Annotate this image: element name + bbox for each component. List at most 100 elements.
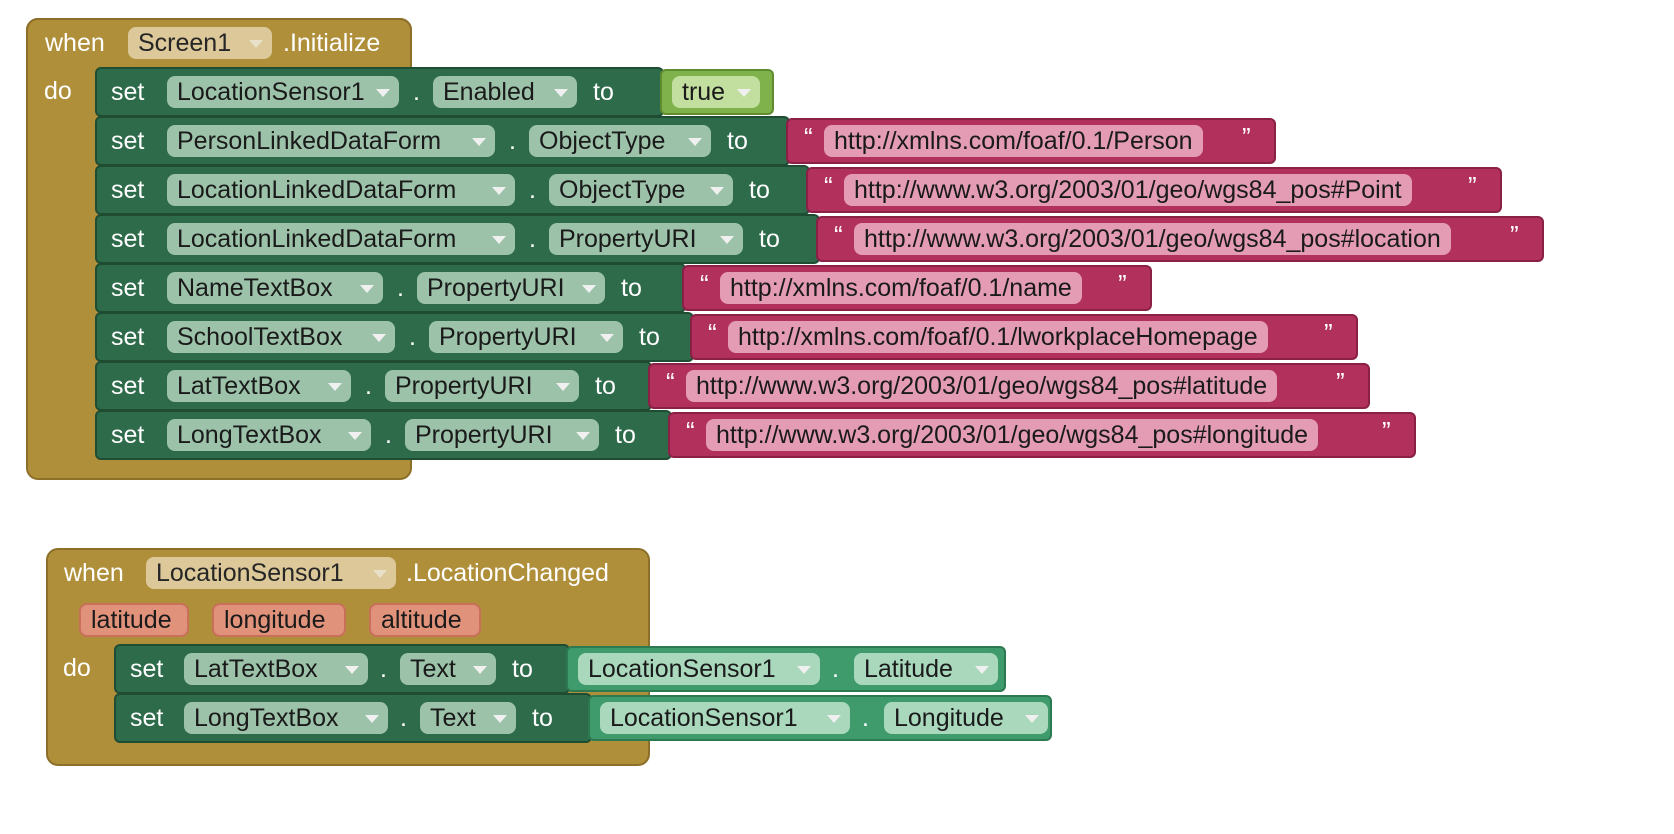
chevron-down-icon [975,666,989,674]
do-keyword: do [63,654,91,682]
chevron-down-icon [576,432,590,440]
open-quote: “ [708,318,717,348]
component-dropdown[interactable]: NameTextBox [167,272,383,304]
to-keyword: to [593,78,614,106]
chevron-down-icon [554,89,568,97]
chevron-down-icon [688,138,702,146]
getter-component-dropdown[interactable]: LocationSensor1 [600,702,850,734]
param-latitude[interactable]: latitude [79,603,189,637]
close-quote: ” [1118,269,1127,299]
param-altitude[interactable]: altitude [369,603,481,637]
component-dropdown[interactable]: LongTextBox [167,419,371,451]
component-dropdown[interactable]: LocationLinkedDataForm [167,223,515,255]
param-longitude[interactable]: longitude [212,603,346,637]
close-quote: ” [1242,122,1251,152]
property-dropdown[interactable]: ObjectType [549,174,733,206]
to-keyword: to [615,421,636,449]
event-name: .Initialize [283,29,381,57]
dot-separator: . [385,421,392,449]
chevron-down-icon [376,89,390,97]
chevron-down-icon [249,40,263,48]
getter-property-dropdown[interactable]: Latitude [854,653,998,685]
property-dropdown[interactable]: Enabled [433,76,577,108]
text-string-value[interactable]: http://www.w3.org/2003/01/geo/wgs84_pos#… [844,174,1412,206]
chevron-down-icon [360,285,374,293]
property-dropdown-label: ObjectType [559,176,686,204]
property-dropdown-label: PropertyURI [559,225,697,253]
component-dropdown-label: LocationSensor1 [177,78,365,106]
close-quote: ” [1336,367,1345,397]
set-keyword: set [111,225,145,253]
component-dropdown-locationsensor1[interactable]: LocationSensor1 [146,557,396,589]
chevron-down-icon [372,334,386,342]
property-dropdown-label: PropertyURI [395,372,533,400]
close-quote: ” [1510,220,1519,250]
close-quote: ” [1324,318,1333,348]
property-dropdown[interactable]: PropertyURI [417,272,605,304]
component-dropdown[interactable]: LocationLinkedDataForm [167,174,515,206]
component-dropdown[interactable]: SchoolTextBox [167,321,395,353]
component-dropdown[interactable]: PersonLinkedDataForm [167,125,495,157]
property-dropdown-label: Enabled [443,78,535,106]
to-keyword: to [727,127,748,155]
chevron-down-icon [797,666,811,674]
property-dropdown[interactable]: Text [420,702,516,734]
chevron-down-icon [472,138,486,146]
component-dropdown-screen1[interactable]: Screen1 [128,27,272,59]
property-dropdown[interactable]: Text [400,653,496,685]
getter-property-label: Longitude [894,704,1004,732]
text-string-value[interactable]: http://xmlns.com/foaf/0.1/lworkplaceHome… [728,321,1268,353]
chevron-down-icon [348,432,362,440]
chevron-down-icon [1025,715,1039,723]
component-dropdown-label: LatTextBox [177,372,301,400]
component-dropdown-label: SchoolTextBox [177,323,343,351]
set-keyword: set [130,655,164,683]
to-keyword: to [595,372,616,400]
set-keyword: set [111,274,145,302]
open-quote: “ [834,220,843,250]
close-quote: ” [1468,171,1477,201]
set-keyword: set [111,176,145,204]
chevron-down-icon [345,666,359,674]
text-string-value[interactable]: http://www.w3.org/2003/01/geo/wgs84_pos#… [686,370,1278,402]
set-keyword: set [130,704,164,732]
component-dropdown[interactable]: LatTextBox [167,370,351,402]
when-keyword: when [64,559,124,587]
chevron-down-icon [473,666,487,674]
to-keyword: to [639,323,660,351]
getter-property-label: Latitude [864,655,953,683]
property-dropdown[interactable]: PropertyURI [385,370,579,402]
chevron-down-icon [492,236,506,244]
property-dropdown[interactable]: ObjectType [529,125,711,157]
open-quote: “ [686,416,695,446]
chevron-down-icon [493,715,507,723]
to-keyword: to [512,655,533,683]
set-keyword: set [111,372,145,400]
dot-separator: . [832,655,839,683]
property-dropdown[interactable]: PropertyURI [549,223,743,255]
dot-separator: . [509,127,516,155]
chevron-down-icon [492,187,506,195]
getter-component-dropdown[interactable]: LocationSensor1 [578,653,820,685]
getter-property-dropdown[interactable]: Longitude [884,702,1048,734]
getter-component-label: LocationSensor1 [610,704,798,732]
component-dropdown[interactable]: LongTextBox [184,702,388,734]
dot-separator: . [529,225,536,253]
dot-separator: . [397,274,404,302]
property-dropdown-label: ObjectType [539,127,666,155]
text-string-value[interactable]: http://www.w3.org/2003/01/geo/wgs84_pos#… [854,223,1451,255]
property-dropdown[interactable]: PropertyURI [429,321,623,353]
property-dropdown-label: PropertyURI [439,323,577,351]
component-dropdown-label: LongTextBox [194,704,339,732]
component-dropdown-label: LatTextBox [194,655,318,683]
text-string-value[interactable]: http://xmlns.com/foaf/0.1/name [720,272,1082,304]
property-dropdown[interactable]: PropertyURI [405,419,599,451]
set-keyword: set [111,127,145,155]
component-dropdown[interactable]: LocationSensor1 [167,76,399,108]
component-dropdown[interactable]: LatTextBox [184,653,368,685]
text-string-value[interactable]: http://xmlns.com/foaf/0.1/Person [824,125,1203,157]
boolean-dropdown[interactable]: true [672,76,760,108]
text-string-value[interactable]: http://www.w3.org/2003/01/geo/wgs84_pos#… [706,419,1319,451]
close-quote: ” [1382,416,1391,446]
chevron-down-icon [373,570,387,578]
